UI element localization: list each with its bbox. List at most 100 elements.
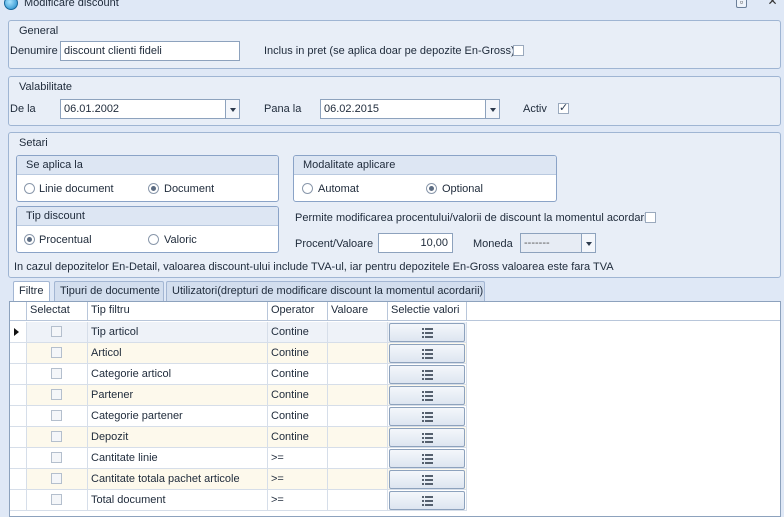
row-indicator-cell[interactable] [10, 343, 27, 364]
selectie-valori-button[interactable] [389, 386, 465, 405]
list-icon [422, 370, 433, 380]
row-indicator-cell[interactable] [10, 427, 27, 448]
tab-filtre[interactable]: Filtre [13, 281, 50, 302]
operator-cell[interactable]: >= [268, 469, 328, 490]
row-indicator-cell[interactable] [10, 364, 27, 385]
pana-la-date-field[interactable]: 06.02.2015 [320, 99, 500, 119]
chevron-down-icon[interactable] [225, 99, 240, 119]
chevron-down-icon[interactable] [581, 233, 596, 253]
table-row[interactable]: Cantitate linie >= [10, 448, 467, 469]
row-indicator-cell[interactable] [10, 469, 27, 490]
selectat-checkbox[interactable] [51, 431, 62, 442]
close-window-icon[interactable]: ✕ [767, 0, 778, 8]
tva-note: In cazul depozitelor En-Detail, valoarea… [14, 261, 614, 273]
operator-cell[interactable]: >= [268, 490, 328, 511]
operator-cell[interactable]: Contine [268, 427, 328, 448]
selectie-valori-button[interactable] [389, 470, 465, 489]
de-la-value: 06.01.2002 [64, 103, 120, 115]
selectat-checkbox[interactable] [51, 368, 62, 379]
selectie-valori-button[interactable] [389, 449, 465, 468]
selectat-checkbox[interactable] [51, 410, 62, 421]
activ-label: Activ [523, 103, 547, 115]
automat-radio[interactable] [302, 183, 313, 194]
selectat-checkbox[interactable] [51, 347, 62, 358]
document-radio[interactable] [148, 183, 159, 194]
operator-cell[interactable]: Contine [268, 364, 328, 385]
moneda-value: ------- [524, 237, 550, 249]
permite-checkbox[interactable] [645, 212, 656, 223]
selectat-cell [27, 448, 88, 469]
optional-radio[interactable] [426, 183, 437, 194]
linie-document-radio[interactable] [24, 183, 35, 194]
pana-la-label: Pana la [264, 103, 302, 115]
inclus-label: Inclus in pret (se aplica doar pe depozi… [264, 45, 515, 57]
moneda-select[interactable]: ------- [520, 233, 596, 253]
activ-checkbox[interactable] [558, 101, 569, 114]
filtre-grid: Selectat Tip filtru Operator Valoare Sel… [9, 301, 781, 517]
table-row[interactable]: Categorie articol Contine [10, 364, 467, 385]
selectie-valori-button[interactable] [389, 344, 465, 363]
tip-filtru-cell: Cantitate linie [88, 448, 268, 469]
row-indicator-cell[interactable] [10, 406, 27, 427]
column-header-valoare[interactable]: Valoare [328, 302, 388, 321]
selectat-checkbox[interactable] [51, 326, 62, 337]
row-indicator-cell[interactable] [10, 385, 27, 406]
denumire-input[interactable]: discount clienti fideli [60, 41, 240, 61]
selectat-cell [27, 385, 88, 406]
selectat-checkbox[interactable] [51, 452, 62, 463]
operator-cell[interactable]: Contine [268, 385, 328, 406]
restore-window-icon[interactable]: ▫ [736, 0, 747, 8]
selectie-valori-button[interactable] [389, 365, 465, 384]
column-header-operator[interactable]: Operator [268, 302, 328, 321]
row-header-column [10, 302, 27, 321]
inclus-checkbox[interactable] [513, 45, 524, 56]
selectie-valori-button[interactable] [389, 407, 465, 426]
permite-label: Permite modificarea procentului/valorii … [295, 212, 649, 224]
table-row[interactable]: Articol Contine [10, 343, 467, 364]
operator-cell[interactable]: Contine [268, 343, 328, 364]
selectat-checkbox[interactable] [51, 473, 62, 484]
table-row[interactable]: Tip articol Contine [10, 322, 467, 343]
operator-cell[interactable]: Contine [268, 406, 328, 427]
chevron-down-icon[interactable] [485, 99, 500, 119]
valoare-cell[interactable] [328, 322, 388, 343]
valoare-cell[interactable] [328, 343, 388, 364]
list-icon [422, 433, 433, 443]
selectie-valori-button[interactable] [389, 428, 465, 447]
selectat-checkbox[interactable] [51, 389, 62, 400]
table-row[interactable]: Cantitate totala pachet articole >= [10, 469, 467, 490]
column-header-selectie-valori[interactable]: Selectie valori [388, 302, 467, 321]
column-header-selectat[interactable]: Selectat [27, 302, 88, 321]
valoare-cell[interactable] [328, 490, 388, 511]
selectie-valori-button[interactable] [389, 491, 465, 510]
valoare-cell[interactable] [328, 364, 388, 385]
table-row[interactable]: Partener Contine [10, 385, 467, 406]
row-indicator-cell[interactable] [10, 448, 27, 469]
tip-filtru-cell: Depozit [88, 427, 268, 448]
procentual-radio[interactable] [24, 234, 35, 245]
procent-valoare-input[interactable]: 10,00 [378, 233, 453, 253]
selectat-cell [27, 469, 88, 490]
de-la-date-field[interactable]: 06.01.2002 [60, 99, 240, 119]
valoare-cell[interactable] [328, 427, 388, 448]
row-indicator-cell[interactable] [10, 490, 27, 511]
selectat-checkbox[interactable] [51, 494, 62, 505]
selectie-valori-button[interactable] [389, 323, 465, 342]
tab-tipuri-de-documente[interactable]: Tipuri de documente [54, 281, 164, 301]
valoare-cell[interactable] [328, 385, 388, 406]
operator-cell[interactable]: Contine [268, 322, 328, 343]
linie-document-label: Linie document [39, 183, 114, 195]
valabilitate-group-title: Valabilitate [19, 81, 72, 93]
denumire-label: Denumire [10, 45, 58, 57]
table-row[interactable]: Depozit Contine [10, 427, 467, 448]
valoare-cell[interactable] [328, 469, 388, 490]
operator-cell[interactable]: >= [268, 448, 328, 469]
valoric-radio[interactable] [148, 234, 159, 245]
valoare-cell[interactable] [328, 448, 388, 469]
valoare-cell[interactable] [328, 406, 388, 427]
row-indicator-cell[interactable] [10, 322, 27, 343]
tab-utilizatori[interactable]: Utilizatori(drepturi de modificare disco… [166, 281, 485, 301]
column-header-tip-filtru[interactable]: Tip filtru [88, 302, 268, 321]
table-row[interactable]: Total document >= [10, 490, 467, 511]
table-row[interactable]: Categorie partener Contine [10, 406, 467, 427]
